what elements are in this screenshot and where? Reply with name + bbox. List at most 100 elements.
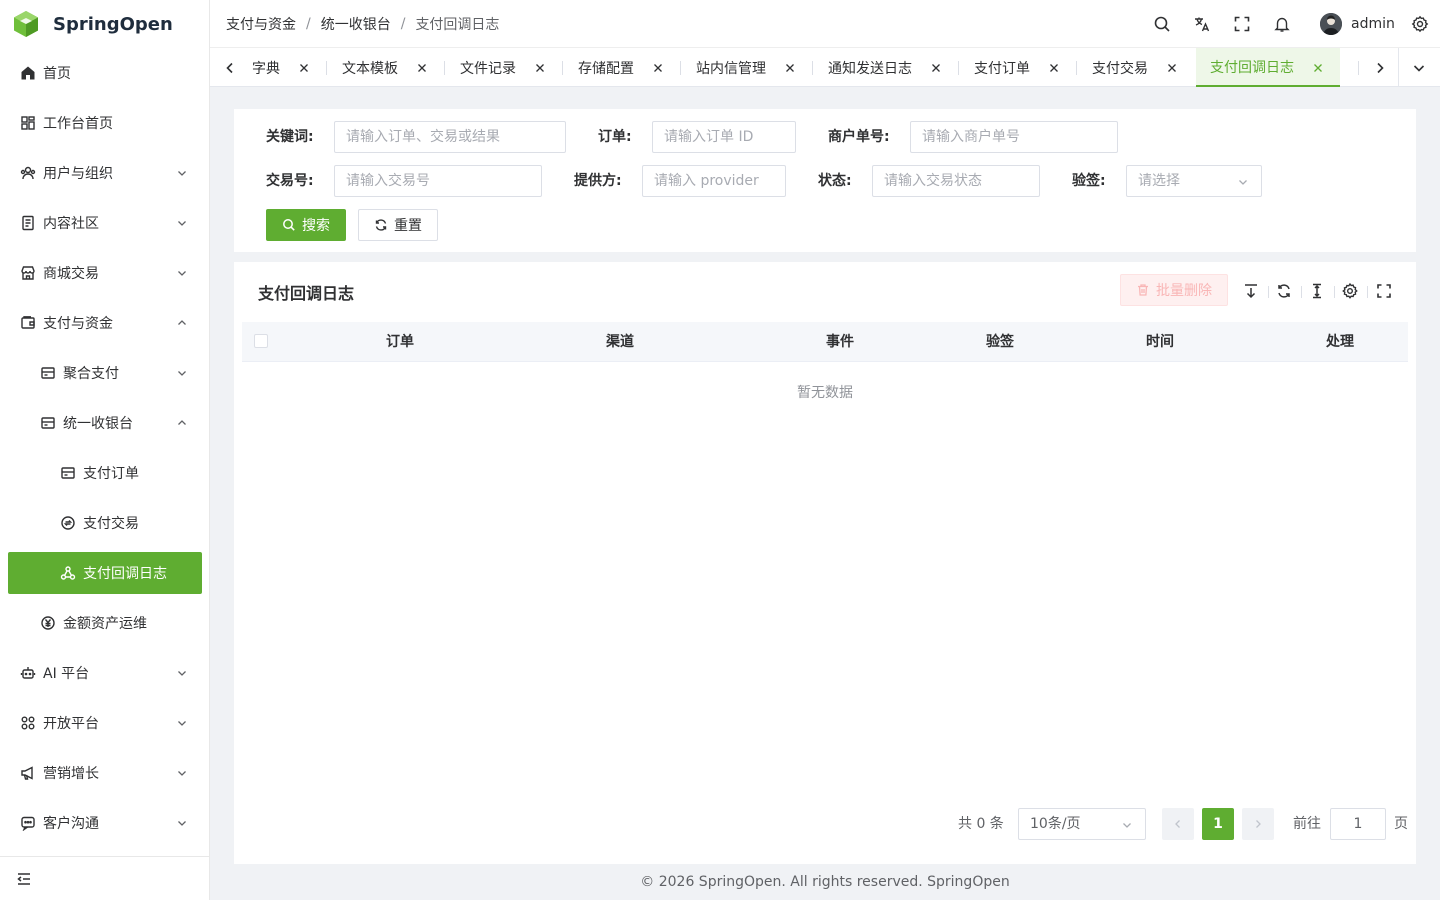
table-title: 支付回调日志	[258, 284, 355, 303]
column-settings-icon[interactable]	[1341, 282, 1359, 300]
verify-select[interactable]: 请选择	[1126, 165, 1262, 197]
sidebar-item-label: 支付与资金	[43, 316, 113, 332]
column-header-time[interactable]: 时间	[1040, 322, 1280, 362]
tab-dict[interactable]: 字典	[252, 48, 318, 87]
bell-icon[interactable]	[1273, 15, 1291, 33]
column-header-order[interactable]: 订单	[280, 322, 520, 362]
breadcrumb-item[interactable]: 支付与资金	[226, 14, 296, 34]
sidebar-item-pay-callback-log[interactable]: 支付回调日志	[8, 552, 202, 594]
card-icon	[60, 465, 76, 481]
close-icon[interactable]	[534, 62, 546, 74]
sidebar-item-pay-trade[interactable]: 支付交易	[0, 498, 209, 548]
sidebar-item-label: 工作台首页	[43, 116, 113, 132]
tabs-scroll-left-button[interactable]	[220, 48, 240, 87]
sidebar-item-ai-platform[interactable]: AI 平台	[0, 648, 209, 698]
merchant-no-input[interactable]: 请输入商户单号	[910, 121, 1118, 153]
translate-icon[interactable]	[1193, 15, 1211, 33]
page-size-select[interactable]: 10条/页	[1018, 808, 1146, 840]
batch-delete-button[interactable]: 批量删除	[1120, 274, 1228, 306]
close-icon[interactable]	[1166, 62, 1178, 74]
sidebar-item-pay-order[interactable]: 支付订单	[0, 448, 209, 498]
refresh-icon	[375, 219, 387, 231]
close-icon[interactable]	[416, 62, 428, 74]
sidebar-item-marketing[interactable]: 营销增长	[0, 748, 209, 798]
toolbar-divider	[1334, 286, 1335, 298]
close-icon[interactable]	[1048, 62, 1060, 74]
sidebar-item-shop[interactable]: 商城交易	[0, 248, 209, 298]
sidebar-item-open-platform[interactable]: 开放平台	[0, 698, 209, 748]
tab-text-template[interactable]: 文本模板	[342, 48, 432, 87]
prev-page-button[interactable]	[1162, 808, 1194, 840]
sidebar: SpringOpen 首页 工作台首页 用户与组织 内容社区 商城交易 支付与资…	[0, 0, 210, 900]
sidebar-collapse-button[interactable]	[0, 856, 209, 900]
close-icon[interactable]	[298, 62, 310, 74]
density-icon[interactable]	[1308, 282, 1326, 300]
sidebar-item-asset-ops[interactable]: 金额资产运维	[0, 598, 209, 648]
column-header-handle[interactable]: 处理	[1280, 322, 1400, 362]
tab-pay-callback-log[interactable]: 支付回调日志	[1196, 48, 1340, 87]
chevron-down-icon	[176, 767, 188, 779]
sidebar-item-label: 金额资产运维	[63, 616, 147, 632]
tab-storage-config[interactable]: 存储配置	[578, 48, 668, 87]
next-page-button[interactable]	[1242, 808, 1274, 840]
sidebar-item-content[interactable]: 内容社区	[0, 198, 209, 248]
sidebar-item-home[interactable]: 首页	[0, 48, 209, 98]
gear-icon[interactable]	[1411, 15, 1429, 33]
tab-inbox-management[interactable]: 站内信管理	[696, 48, 800, 87]
sidebar-item-users[interactable]: 用户与组织	[0, 148, 209, 198]
tab-file-records[interactable]: 文件记录	[460, 48, 550, 87]
sidebar-item-label: AI 平台	[43, 666, 90, 682]
sidebar-item-payment[interactable]: 支付与资金	[0, 298, 209, 348]
status-input[interactable]: 请输入交易状态	[872, 165, 1040, 197]
breadcrumb-item[interactable]: 统一收银台	[321, 14, 391, 34]
sidebar-item-aggregate-pay[interactable]: 聚合支付	[0, 348, 209, 398]
export-icon[interactable]	[1242, 282, 1260, 300]
keyword-input[interactable]: 请输入订单、交易或结果	[334, 121, 566, 153]
chevron-down-icon	[1239, 180, 1247, 185]
fullscreen-icon[interactable]	[1375, 282, 1393, 300]
provider-input[interactable]: 请输入 provider	[642, 165, 786, 197]
tab-pay-order[interactable]: 支付订单	[974, 48, 1064, 87]
column-header-event[interactable]: 事件	[720, 322, 960, 362]
sidebar-item-cashier[interactable]: 统一收银台	[0, 398, 209, 448]
username[interactable]: admin	[1351, 0, 1395, 48]
close-icon[interactable]	[652, 62, 664, 74]
logo-cube-icon	[14, 11, 38, 37]
reset-button[interactable]: 重置	[358, 209, 438, 241]
tab-notification-log[interactable]: 通知发送日志	[828, 48, 942, 87]
chevron-down-icon	[1123, 823, 1131, 828]
search-button[interactable]: 搜索	[266, 209, 346, 241]
chevron-up-icon	[176, 417, 188, 429]
column-header-verify[interactable]: 验签	[960, 322, 1040, 362]
chevron-right-icon	[1377, 62, 1384, 73]
close-icon[interactable]	[1312, 62, 1324, 74]
sidebar-item-label: 用户与组织	[43, 166, 113, 182]
logo[interactable]: SpringOpen	[0, 0, 209, 48]
tab-pay-trade[interactable]: 支付交易	[1092, 48, 1182, 87]
search-icon[interactable]	[1153, 15, 1171, 33]
order-input[interactable]: 请输入订单 ID	[652, 121, 796, 153]
close-icon[interactable]	[930, 62, 942, 74]
tab-divider	[1398, 48, 1399, 87]
sidebar-item-customer-chat[interactable]: 客户沟通	[0, 798, 209, 848]
page-number-current[interactable]: 1	[1202, 808, 1234, 840]
order-label: 订单:	[598, 129, 632, 145]
tabs-scroll-right-button[interactable]	[1370, 48, 1390, 87]
chevron-right-icon	[1256, 820, 1261, 828]
refresh-icon[interactable]	[1275, 282, 1293, 300]
sidebar-item-workbench[interactable]: 工作台首页	[0, 98, 209, 148]
select-all-checkbox[interactable]	[254, 334, 268, 348]
avatar[interactable]	[1320, 13, 1342, 35]
page-size-value: 10条/页	[1030, 816, 1081, 832]
fullscreen-icon[interactable]	[1233, 15, 1251, 33]
tabs-bar: 字典 文本模板 文件记录 存储配置 站内信管理 通知发送日志 支付订单 支付交易…	[210, 48, 1440, 87]
tab-label: 通知发送日志	[828, 60, 912, 77]
close-icon[interactable]	[784, 62, 796, 74]
trade-no-input[interactable]: 请输入交易号	[334, 165, 542, 197]
sidebar-item-label: 开放平台	[43, 716, 99, 732]
tab-label: 站内信管理	[696, 60, 766, 77]
tabs-more-button[interactable]	[1409, 48, 1429, 87]
column-header-channel[interactable]: 渠道	[520, 322, 720, 362]
exchange-icon	[60, 515, 76, 531]
goto-page-input[interactable]: 1	[1330, 808, 1386, 840]
